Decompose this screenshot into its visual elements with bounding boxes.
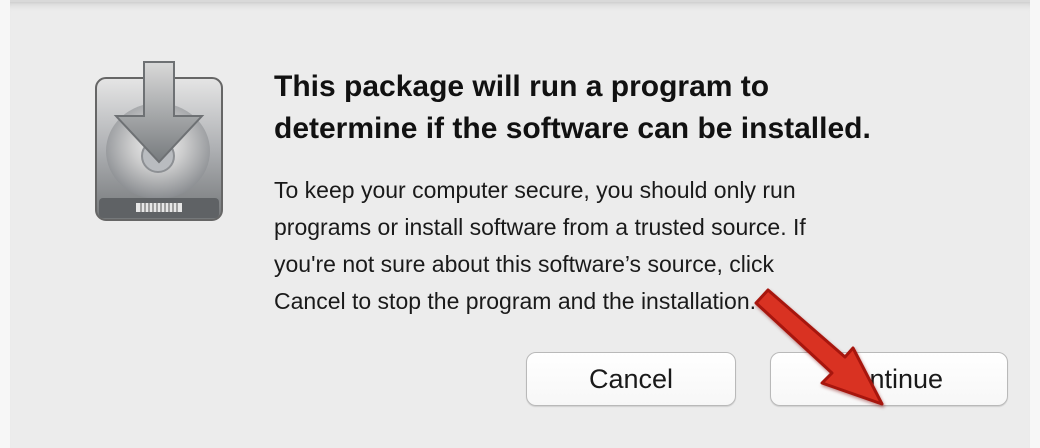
installer-screenshot: This package will run a program to deter… [0, 0, 1040, 448]
right-window-edge [1030, 0, 1040, 448]
installer-disk-download-icon [86, 58, 232, 228]
cancel-button[interactable]: Cancel [526, 352, 736, 406]
dialog-message: To keep your computer secure, you should… [274, 177, 806, 314]
dialog-title: This package will run a program to deter… [274, 70, 871, 145]
installer-alert-dialog: This package will run a program to deter… [10, 0, 1030, 448]
left-window-edge [0, 0, 10, 448]
continue-button[interactable]: Continue [770, 352, 1008, 406]
